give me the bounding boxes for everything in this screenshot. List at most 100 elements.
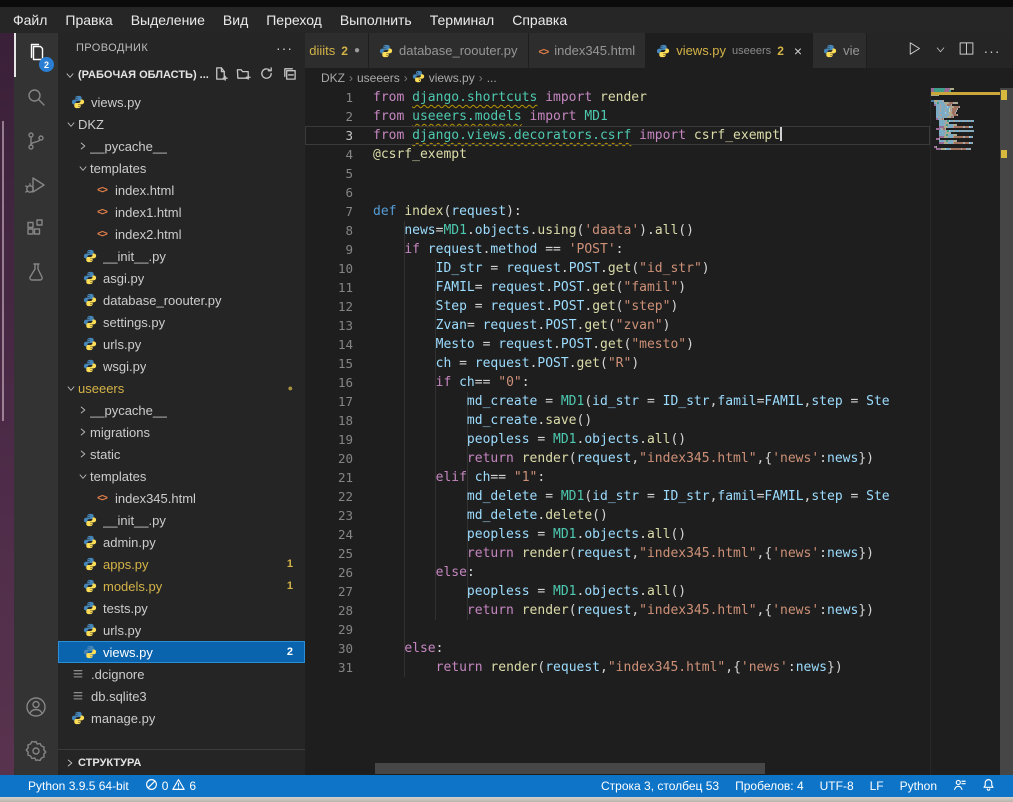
tab-views.py[interactable]: views.pyuseeers2× — [646, 33, 813, 68]
line-number[interactable]: 6 — [305, 183, 353, 202]
workspace-section-header[interactable]: (РАБОЧАЯ ОБЛАСТЬ) ... — [58, 63, 305, 87]
tree-item-index2.html[interactable]: <>index2.html — [58, 223, 305, 245]
activity-source-control-button[interactable] — [14, 121, 58, 165]
breadcrumb-item[interactable]: ... — [487, 71, 497, 85]
status-encoding[interactable]: UTF-8 — [812, 775, 862, 797]
tree-item-templates[interactable]: templates — [58, 157, 305, 179]
line-number[interactable]: 8 — [305, 221, 353, 240]
tree-item-urls.py[interactable]: urls.py — [58, 333, 305, 355]
code-line-31[interactable]: 31 return render(request,"index345.html"… — [305, 658, 930, 677]
notifications-button[interactable] — [974, 775, 1003, 797]
split-editor-button[interactable] — [955, 40, 977, 62]
tab-database-roouter.py[interactable]: database_roouter.py — [369, 33, 529, 68]
tree-item-settings.py[interactable]: settings.py — [58, 311, 305, 333]
activity-testing-button[interactable] — [14, 253, 58, 297]
menu-item-терминал[interactable]: Терминал — [421, 7, 503, 33]
tree-item-manage.py[interactable]: manage.py — [58, 707, 305, 729]
minimap[interactable] — [930, 88, 1000, 775]
code-line-29[interactable]: 29 — [305, 620, 930, 639]
line-number[interactable]: 20 — [305, 449, 353, 468]
line-number[interactable]: 28 — [305, 601, 353, 620]
collapse-all-icon[interactable] — [282, 66, 297, 84]
tree-item-views.py[interactable]: views.py — [58, 91, 305, 113]
code-line-12[interactable]: 12 Step = request.POST.get("step") — [305, 297, 930, 316]
menu-item-выделение[interactable]: Выделение — [122, 7, 214, 33]
line-number[interactable]: 7 — [305, 202, 353, 221]
line-number[interactable]: 21 — [305, 468, 353, 487]
code-line-6[interactable]: 6 — [305, 183, 930, 202]
line-number[interactable]: 16 — [305, 373, 353, 392]
activity-run-debug-button[interactable] — [14, 165, 58, 209]
tree-item-apps.py[interactable]: apps.py1 — [58, 553, 305, 575]
tab-diiits[interactable]: diiits2● — [305, 33, 369, 68]
tree-item-models.py[interactable]: models.py1 — [58, 575, 305, 597]
tree-item-.dcignore[interactable]: .dcignore — [58, 663, 305, 685]
activity-explorer-button[interactable]: 2 — [14, 33, 58, 77]
tree-item-asgi.py[interactable]: asgi.py — [58, 267, 305, 289]
refresh-icon[interactable] — [259, 66, 274, 84]
menu-item-файл[interactable]: Файл — [4, 7, 56, 33]
line-number[interactable]: 23 — [305, 506, 353, 525]
status-indentation[interactable]: Пробелов: 4 — [727, 775, 812, 797]
line-number[interactable]: 17 — [305, 392, 353, 411]
activity-extensions-button[interactable] — [14, 209, 58, 253]
code-line-11[interactable]: 11 FAMIL= request.POST.get("famil") — [305, 278, 930, 297]
feedback-button[interactable] — [945, 775, 974, 797]
line-number[interactable]: 26 — [305, 563, 353, 582]
run-dropdown-button[interactable] — [929, 40, 951, 62]
code-line-2[interactable]: 2from useeers.models import MD1 — [305, 107, 930, 126]
code-line-8[interactable]: 8 news=MD1.objects.using('daata').all() — [305, 221, 930, 240]
tree-item-views.py[interactable]: views.py2 — [58, 641, 305, 663]
code-line-3[interactable]: 3from django.views.decorators.csrf impor… — [305, 126, 930, 145]
status-problems[interactable]: 06 — [137, 775, 204, 797]
vertical-scrollbar[interactable] — [1000, 88, 1013, 775]
status-python-interpreter[interactable]: Python 3.9.5 64-bit — [20, 775, 137, 797]
activity-search-button[interactable] — [14, 77, 58, 121]
menu-item-выполнить[interactable]: Выполнить — [331, 7, 421, 33]
more-actions-button[interactable]: ··· — [981, 40, 1003, 62]
sidebar-more-actions-button[interactable]: ··· — [276, 40, 293, 56]
code-editor[interactable]: 1from django.shortcuts import render2fro… — [305, 88, 1013, 775]
line-number[interactable]: 24 — [305, 525, 353, 544]
tree-item--init-.py[interactable]: __init__.py — [58, 509, 305, 531]
code-line-5[interactable]: 5 — [305, 164, 930, 183]
line-number[interactable]: 3 — [305, 126, 353, 145]
breadcrumb-item[interactable]: useeers — [357, 71, 400, 85]
activity-account-button[interactable] — [14, 687, 58, 731]
tree-item-static[interactable]: static — [58, 443, 305, 465]
code-line-23[interactable]: 23 md_delete.delete() — [305, 506, 930, 525]
tree-item-templates[interactable]: templates — [58, 465, 305, 487]
tree-item-dkz[interactable]: DKZ — [58, 113, 305, 135]
line-number[interactable]: 22 — [305, 487, 353, 506]
tree-item--pycache-[interactable]: __pycache__ — [58, 135, 305, 157]
code-line-27[interactable]: 27 peopless = MD1.objects.all() — [305, 582, 930, 601]
tree-item-index345.html[interactable]: <>index345.html — [58, 487, 305, 509]
menu-item-переход[interactable]: Переход — [257, 7, 331, 33]
line-number[interactable]: 30 — [305, 639, 353, 658]
tree-item-admin.py[interactable]: admin.py — [58, 531, 305, 553]
code-line-18[interactable]: 18 md_create.save() — [305, 411, 930, 430]
code-line-9[interactable]: 9 if request.method == 'POST': — [305, 240, 930, 259]
new-file-icon[interactable] — [213, 66, 228, 84]
code-line-22[interactable]: 22 md_delete = MD1(id_str = ID_str,famil… — [305, 487, 930, 506]
line-number[interactable]: 4 — [305, 145, 353, 164]
status-language[interactable]: Python — [892, 775, 945, 797]
line-number[interactable]: 5 — [305, 164, 353, 183]
code-line-24[interactable]: 24 peopless = MD1.objects.all() — [305, 525, 930, 544]
tree-item-tests.py[interactable]: tests.py — [58, 597, 305, 619]
status-cursor-position[interactable]: Строка 3, столбец 53 — [593, 775, 727, 797]
code-line-13[interactable]: 13 Zvan= request.POST.get("zvan") — [305, 316, 930, 335]
line-number[interactable]: 14 — [305, 335, 353, 354]
tree-item--init-.py[interactable]: __init__.py — [58, 245, 305, 267]
code-line-20[interactable]: 20 return render(request,"index345.html"… — [305, 449, 930, 468]
line-number[interactable]: 19 — [305, 430, 353, 449]
tree-item-db.sqlite3[interactable]: db.sqlite3 — [58, 685, 305, 707]
tab-index345.html[interactable]: <>index345.html — [529, 33, 647, 68]
menu-item-вид[interactable]: Вид — [214, 7, 257, 33]
code-line-16[interactable]: 16 if ch== "0": — [305, 373, 930, 392]
tree-item-database-roouter.py[interactable]: database_roouter.py — [58, 289, 305, 311]
code-line-14[interactable]: 14 Mesto = request.POST.get("mesto") — [305, 335, 930, 354]
code-line-17[interactable]: 17 md_create = MD1(id_str = ID_str,famil… — [305, 392, 930, 411]
close-icon[interactable]: × — [794, 43, 802, 59]
line-number[interactable]: 31 — [305, 658, 353, 677]
